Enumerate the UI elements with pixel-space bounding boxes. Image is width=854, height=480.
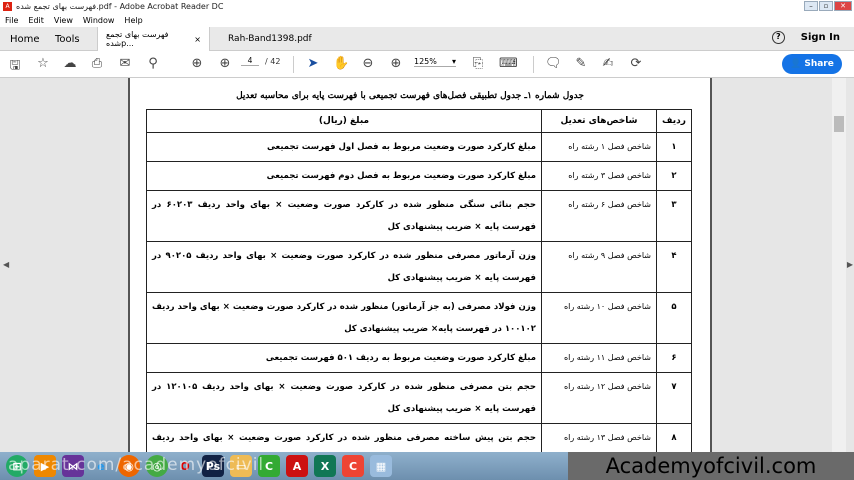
previous-page-icon[interactable]: ⊕ [189, 56, 205, 71]
table-row: ۵ شاخص فصل ۱۰ رشته راه وزن فولاد مصرفی (به… [146, 292, 692, 344]
share-label: Share [804, 59, 834, 69]
toolbar: 🖫 ☆ ☁ ⎙ ✉ ⚲ ⊕ ⊕ / 42 ➤ ✋ ⊖ ⊕ 125% ▾ ⎘ ⌨ 🗨… [0, 51, 854, 78]
minimize-button[interactable]: – [804, 1, 818, 11]
hand-tool-icon[interactable]: ✋ [333, 56, 349, 71]
acrobat-taskbar-icon[interactable]: A [286, 455, 308, 477]
row-index: شاخص فصل ۱۳ رشته راه [541, 423, 657, 452]
header-index: شاخص‌های تعدیل [541, 109, 657, 133]
table-row: ۳ شاخص فصل ۶ رشته راه حجم بنائی سنگی منظور… [146, 190, 692, 242]
table-row: ۱ شاخص فصل ۱ رشته راه مبلغ کارکرد صورت وضع… [146, 132, 692, 162]
zoom-in-icon[interactable]: ⊕ [388, 56, 404, 71]
save-icon[interactable]: 🖫 [7, 56, 23, 78]
table-row: ۷ شاخص فصل ۱۲ رشته راه حجم بتن مصرفی منظور… [146, 372, 692, 424]
tab-home[interactable]: Home [10, 27, 40, 51]
tab-bar: Home Tools فهرست بهای تجمع شدهp... × Rah… [0, 27, 854, 51]
close-button[interactable]: ✕ [834, 1, 852, 11]
sign-icon[interactable]: ✍ [600, 56, 616, 71]
header-row-number: ردیف [656, 109, 692, 133]
share-button[interactable]: 👤 Share [782, 54, 842, 74]
table-row: ۲ شاخص فصل ۳ رشته راه مبلغ کارکرد صورت وضع… [146, 161, 692, 191]
scroll-thumb[interactable] [834, 116, 844, 132]
row-index: شاخص فصل ۶ رشته راه [541, 190, 657, 242]
left-arrow-icon[interactable]: ◀ [3, 260, 9, 269]
acrobat-icon: A [3, 2, 12, 11]
row-amount: حجم بنائی سنگی منظور شده در کارکرد صورت … [146, 190, 542, 242]
menu-bar: File Edit View Window Help [0, 13, 854, 27]
menu-file[interactable]: File [5, 16, 18, 25]
tab-document-1[interactable]: فهرست بهای تجمع شدهp... × [97, 27, 210, 51]
row-index: شاخص فصل ۳ رشته راه [541, 161, 657, 191]
upload-cloud-icon[interactable]: ☁ [62, 56, 78, 71]
row-amount: مبلغ کارکرد صورت وضعیت مربوط به فصل دوم … [146, 161, 542, 191]
pdf-page: جدول شماره ۱ـ جدول تطبیقی فصل‌های فهرست … [128, 78, 712, 452]
sign-in-link[interactable]: Sign In [801, 32, 840, 43]
tab-document-1-label: فهرست بهای تجمع شدهp... [106, 30, 169, 48]
chevron-down-icon: ▾ [451, 57, 456, 66]
email-icon[interactable]: ✉ [117, 56, 133, 71]
table-row: ۶ شاخص فصل ۱۱ رشته راه مبلغ کارکرد صورت وض… [146, 343, 692, 373]
row-amount: وزن آرماتور مصرفی منظور شده در کارکرد صو… [146, 241, 542, 293]
excel-icon[interactable]: X [314, 455, 336, 477]
page-navigator: / 42 [241, 56, 280, 66]
menu-edit[interactable]: Edit [28, 16, 44, 25]
highlight-pen-icon[interactable]: ✎ [573, 56, 589, 71]
menu-help[interactable]: Help [124, 16, 142, 25]
row-amount: مبلغ کارکرد صورت وضعیت مربوط به ردیف ۵۰۱… [146, 343, 542, 373]
row-number: ۳ [656, 190, 692, 242]
row-amount: حجم بتن مصرفی منظور شده در کارکرد صورت و… [146, 372, 542, 424]
watermark-text: aparat.com/academyofcivil [8, 455, 265, 475]
row-amount: حجم بتن پیش ساخته مصرفی منظور شده در کار… [146, 423, 542, 452]
table-caption: جدول شماره ۱ـ جدول تطبیقی فصل‌های فهرست … [236, 91, 584, 101]
adjustment-table: ردیف شاخص‌های تعدیل مبلغ (ریال) ۱ شاخص فص… [146, 109, 692, 452]
zoom-value: 125% [414, 57, 437, 66]
window-title: فهرست بهای تجمع شده.pdf - Adobe Acrobat … [16, 2, 224, 11]
send-for-signature-icon[interactable]: ⟳ [628, 56, 644, 71]
row-amount: وزن فولاد مصرفی (به جز آرماتور) منظور شد… [146, 292, 542, 344]
tab-document-2[interactable]: Rah-Band1398.pdf [228, 27, 312, 51]
table-row: ۴ شاخص فصل ۹ رشته راه وزن آرماتور مصرفی من… [146, 241, 692, 293]
document-view: ◀ جدول شماره ۱ـ جدول تطبیقی فصل‌های فهرس… [0, 78, 854, 452]
row-amount: مبلغ کارکرد صورت وضعیت مربوط به فصل اول … [146, 132, 542, 162]
help-icon[interactable]: ? [771, 31, 785, 44]
camtasia-red-icon[interactable]: C [342, 455, 364, 477]
title-bar: A فهرست بهای تجمع شده.pdf - Adobe Acroba… [0, 0, 854, 13]
maximize-button[interactable]: ▫ [819, 1, 833, 11]
row-number: ۷ [656, 372, 692, 424]
row-index: شاخص فصل ۹ رشته راه [541, 241, 657, 293]
zoom-select[interactable]: 125% ▾ [414, 57, 456, 67]
page-number-input[interactable] [241, 56, 259, 66]
bookmark-star-icon[interactable]: ☆ [35, 56, 51, 71]
header-amount: مبلغ (ریال) [146, 109, 542, 133]
right-arrow-icon[interactable]: ▶ [847, 260, 853, 269]
row-number: ۴ [656, 241, 692, 293]
vertical-scrollbar[interactable] [832, 78, 846, 452]
comment-icon[interactable]: 🗨 [545, 56, 562, 71]
fit-page-icon[interactable]: ⎘ [470, 56, 486, 71]
search-zoom-icon[interactable]: ⚲ [145, 56, 161, 71]
scroll-mode-icon[interactable]: ⌨ [499, 56, 518, 71]
select-cursor-icon[interactable]: ➤ [305, 56, 321, 71]
row-index: شاخص فصل ۱۱ رشته راه [541, 343, 657, 373]
row-index: شاخص فصل ۱ رشته راه [541, 132, 657, 162]
row-number: ۶ [656, 343, 692, 373]
row-number: ۲ [656, 161, 692, 191]
brand-overlay: Academyofcivil.com [568, 452, 854, 480]
page-count: / 42 [265, 56, 281, 66]
row-number: ۱ [656, 132, 692, 162]
close-tab-icon[interactable]: × [194, 35, 201, 44]
next-page-icon[interactable]: ⊕ [217, 56, 233, 71]
row-number: ۵ [656, 292, 692, 344]
row-index: شاخص فصل ۱۲ رشته راه [541, 372, 657, 424]
zoom-out-icon[interactable]: ⊖ [360, 56, 376, 71]
row-index: شاخص فصل ۱۰ رشته راه [541, 292, 657, 344]
print-icon[interactable]: ⎙ [89, 56, 105, 71]
row-number: ۸ [656, 423, 692, 452]
table-row: ۸ شاخص فصل ۱۳ رشته راه حجم بتن پیش ساخته م… [146, 423, 692, 452]
calculator-icon[interactable]: ▦ [370, 455, 392, 477]
menu-window[interactable]: Window [83, 16, 115, 25]
tab-tools[interactable]: Tools [55, 27, 80, 51]
menu-view[interactable]: View [54, 16, 73, 25]
add-user-icon: 👤 [790, 59, 802, 69]
